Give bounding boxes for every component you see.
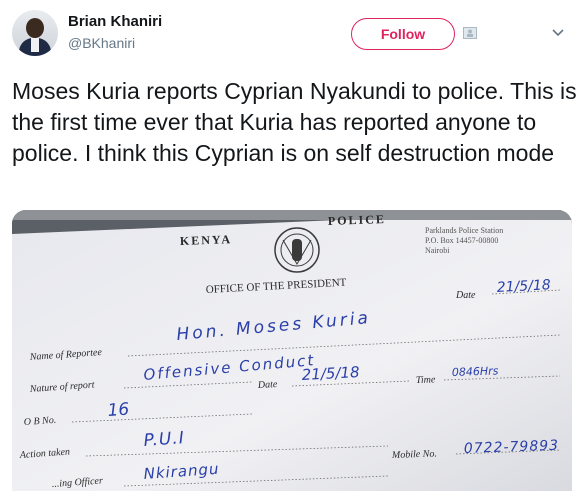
handwritten-date: 21/5/18 [301, 363, 360, 384]
follow-button[interactable]: Follow [351, 18, 455, 50]
label-ob-no: O B No. [23, 415, 56, 428]
avatar-shirt [31, 38, 39, 52]
avatar[interactable] [12, 10, 58, 56]
avatar-head [26, 18, 44, 38]
handwritten-date-top: 21/5/18 [496, 277, 551, 296]
label-date: Date [257, 379, 279, 391]
station-line-3: Nairobi [425, 246, 450, 255]
tweet-text: Moses Kuria reports Cyprian Nyakundi to … [12, 78, 577, 166]
add-person-icon[interactable] [463, 27, 477, 39]
station-line-2: P.O. Box 14457-00800 [425, 236, 498, 245]
handwritten-ob-no: 16 [107, 400, 130, 421]
police-form-image: KENYA POLICE OFFICE OF THE PRESIDENT Par… [12, 210, 572, 491]
handwritten-time: 0846Hrs [452, 364, 499, 379]
tweet-photo[interactable]: KENYA POLICE OFFICE OF THE PRESIDENT Par… [12, 210, 572, 491]
form-country: KENYA [180, 232, 233, 248]
author-handle[interactable]: @BKhaniri [68, 35, 135, 51]
label-date-top: Date [455, 290, 476, 301]
form-agency: POLICE [328, 212, 386, 228]
label-time: Time [416, 374, 436, 386]
station-line-1: Parklands Police Station [425, 226, 503, 235]
handwritten-action: P.U.I [143, 428, 185, 451]
author-name[interactable]: Brian Khaniri [68, 13, 162, 30]
label-mobile: Mobile No. [391, 448, 437, 461]
chevron-down-icon[interactable] [551, 25, 565, 39]
handwritten-mobile: 0722-79893 [464, 438, 560, 457]
tweet-header: Brian Khaniri @BKhaniri Follow [0, 0, 584, 66]
